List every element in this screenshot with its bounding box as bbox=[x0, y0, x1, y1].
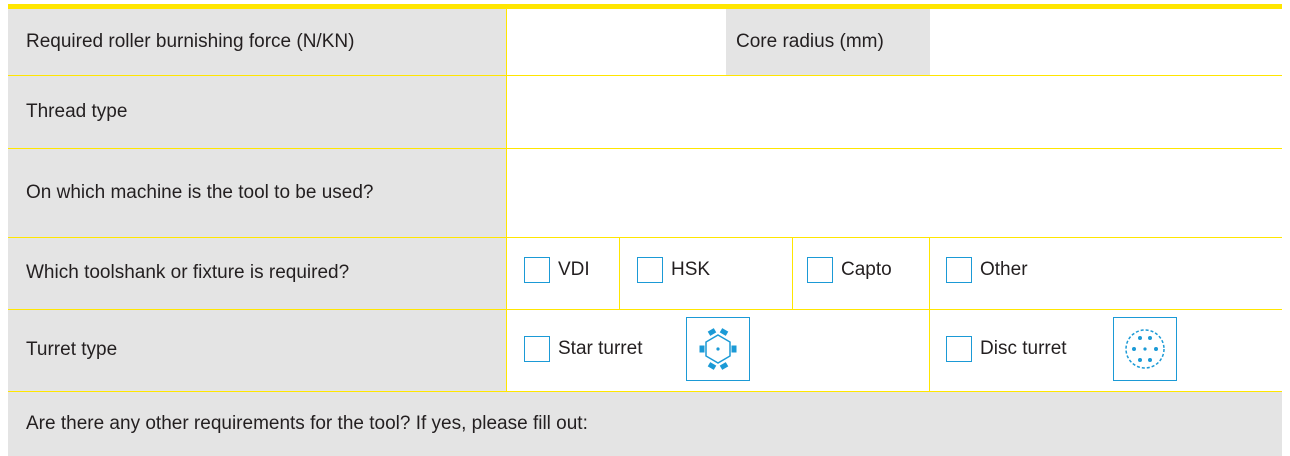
hsk-label: HSK bbox=[671, 259, 711, 280]
row-divider bbox=[8, 148, 1282, 149]
capto-checkbox[interactable] bbox=[807, 257, 833, 283]
column-divider bbox=[619, 237, 620, 309]
option-star-turret[interactable]: Star turret bbox=[524, 336, 642, 362]
thread-type-input[interactable] bbox=[506, 75, 1282, 148]
disc-turret-label: Disc turret bbox=[980, 338, 1067, 359]
disc-turret-icon bbox=[1113, 317, 1177, 381]
machine-label: On which machine is the tool to be used? bbox=[8, 148, 506, 237]
option-disc-turret[interactable]: Disc turret bbox=[946, 336, 1067, 362]
core-radius-input[interactable] bbox=[930, 9, 1282, 75]
vdi-checkbox[interactable] bbox=[524, 257, 550, 283]
row-divider bbox=[8, 75, 1282, 76]
star-turret-icon bbox=[686, 317, 750, 381]
other-checkbox[interactable] bbox=[946, 257, 972, 283]
machine-input[interactable] bbox=[506, 148, 1282, 237]
hsk-checkbox[interactable] bbox=[637, 257, 663, 283]
column-divider bbox=[929, 237, 930, 391]
force-label: Required roller burnishing force (N/KN) bbox=[8, 9, 506, 75]
turret-type-label: Turret type bbox=[8, 309, 506, 391]
option-capto[interactable]: Capto bbox=[807, 257, 892, 283]
disc-turret-checkbox[interactable] bbox=[946, 336, 972, 362]
option-hsk[interactable]: HSK bbox=[637, 257, 710, 283]
core-radius-label: Core radius (mm) bbox=[726, 9, 930, 75]
column-divider bbox=[792, 237, 793, 309]
toolshank-label: Which toolshank or fixture is required? bbox=[8, 237, 506, 309]
column-divider bbox=[506, 9, 507, 391]
row-divider bbox=[8, 309, 1282, 310]
option-other[interactable]: Other bbox=[946, 257, 1028, 283]
row-divider bbox=[8, 237, 1282, 238]
other-label: Other bbox=[980, 259, 1028, 280]
thread-type-label: Thread type bbox=[8, 75, 506, 148]
star-turret-checkbox[interactable] bbox=[524, 336, 550, 362]
row-divider bbox=[8, 391, 1282, 392]
vdi-label: VDI bbox=[558, 259, 590, 280]
other-requirements-label: Are there any other requirements for the… bbox=[8, 391, 1282, 456]
option-vdi[interactable]: VDI bbox=[524, 257, 590, 283]
capto-label: Capto bbox=[841, 259, 892, 280]
star-turret-label: Star turret bbox=[558, 338, 643, 359]
force-input[interactable] bbox=[506, 9, 726, 75]
